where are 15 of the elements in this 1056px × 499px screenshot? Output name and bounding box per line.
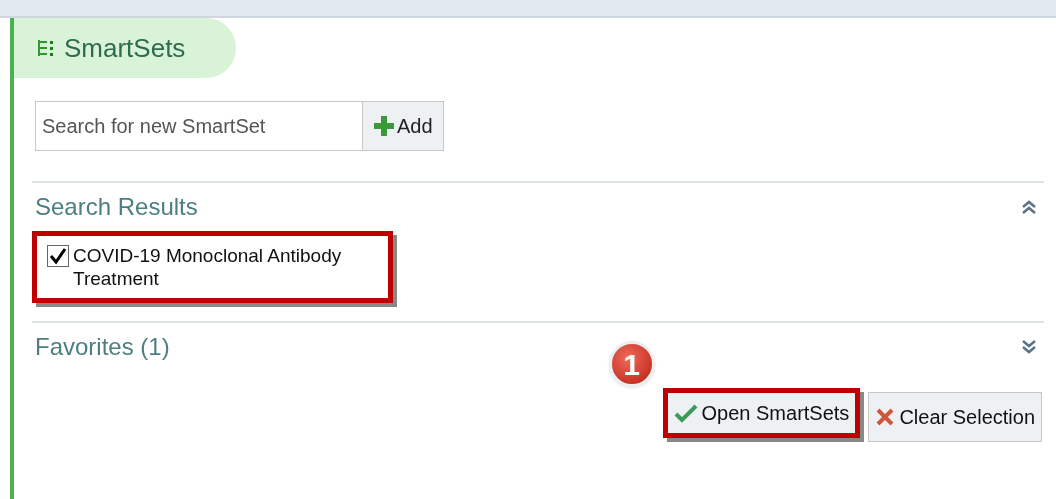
callout-badge: 1: [608, 341, 655, 387]
close-icon: [875, 407, 896, 427]
list-icon: [36, 38, 56, 58]
expand-icon[interactable]: [1020, 338, 1038, 356]
checkmark-icon: [673, 403, 698, 423]
clear-selection-button[interactable]: Clear Selection: [868, 392, 1042, 442]
section-title[interactable]: Search Results: [35, 189, 198, 225]
panel-title: SmartSets: [64, 31, 186, 65]
result-item[interactable]: COVID-19 Monoclonal Antibody Treatment: [47, 244, 380, 290]
section-title[interactable]: Favorites (1): [35, 329, 170, 365]
checkbox[interactable]: [47, 245, 69, 267]
plus-icon: [373, 115, 395, 137]
add-button[interactable]: Add: [363, 101, 444, 151]
collapse-icon[interactable]: [1020, 198, 1038, 216]
search-field[interactable]: Search for new SmartSet: [35, 101, 363, 151]
